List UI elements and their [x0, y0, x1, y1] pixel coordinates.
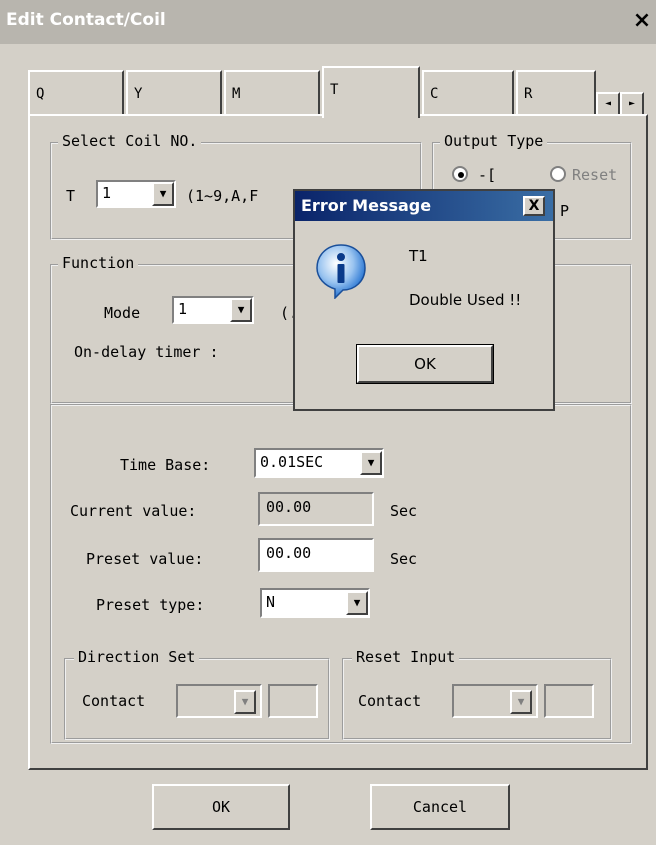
tab-c[interactable]: C — [422, 70, 514, 114]
current-value-field: 00.00 — [258, 492, 374, 526]
output-type-legend: Output Type — [440, 132, 548, 150]
error-dialog-close-button[interactable]: X — [523, 196, 545, 216]
tab-label: R — [524, 86, 533, 102]
tab-label: Q — [36, 86, 45, 102]
arrow-right-icon: ► — [628, 98, 636, 109]
current-value-unit: Sec — [390, 502, 418, 520]
time-base-value: 0.01SEC — [260, 453, 324, 471]
tab-r[interactable]: R — [516, 70, 596, 114]
preset-value-input[interactable]: 00.00 — [258, 538, 374, 572]
output-reset-label: Reset — [572, 166, 618, 184]
output-reset-radio[interactable] — [550, 166, 566, 182]
reset-contact-label: Contact — [358, 692, 422, 710]
direction-set-legend: Direction Set — [74, 648, 200, 666]
error-ok-button[interactable]: OK — [356, 344, 494, 384]
output-set-label: -[ — [478, 166, 497, 184]
info-icon — [316, 244, 366, 299]
window-close-button[interactable]: × — [630, 8, 654, 34]
tab-label: M — [232, 86, 241, 102]
tab-label: T — [330, 82, 339, 98]
tab-scroll-right-button[interactable]: ► — [620, 92, 644, 116]
direction-contact-label: Contact — [82, 692, 146, 710]
error-message-dialog: Error Message X T1 Double Used !! OK — [293, 189, 555, 411]
tab-label: C — [430, 86, 439, 102]
tab-scroll-left-button[interactable]: ◄ — [596, 92, 620, 116]
error-dialog-title: Error Message — [301, 196, 432, 215]
tab-y[interactable]: Y — [126, 70, 222, 114]
dropdown-arrow-icon[interactable]: ▼ — [346, 591, 368, 615]
mode-label: Mode — [104, 304, 141, 322]
reset-input-legend: Reset Input — [352, 648, 460, 666]
preset-type-value: N — [266, 593, 276, 611]
arrow-left-icon: ◄ — [604, 98, 612, 109]
current-value-label: Current value: — [70, 502, 197, 520]
direction-contact-number[interactable] — [268, 684, 318, 718]
output-set-radio[interactable] — [452, 166, 468, 182]
tab-q[interactable]: Q — [28, 70, 124, 114]
cancel-button[interactable]: Cancel — [370, 784, 510, 830]
output-extra-label: P — [560, 202, 570, 220]
preset-value-label: Preset value: — [86, 550, 204, 568]
mode-select[interactable]: 1 ▼ — [172, 296, 254, 324]
select-coil-legend: Select Coil NO. — [58, 132, 202, 150]
preset-value-unit: Sec — [390, 550, 418, 568]
time-base-label: Time Base: — [120, 456, 211, 474]
mode-value: 1 — [178, 300, 188, 318]
function-description: On-delay timer : — [74, 343, 219, 361]
window-title-bar: Edit Contact/Coil — [0, 0, 656, 44]
tab-label: Y — [134, 86, 143, 102]
coil-number-select[interactable]: 1 ▼ — [96, 180, 176, 208]
error-line-2: Double Used !! — [409, 291, 522, 309]
error-dialog-title-bar: Error Message X — [295, 191, 553, 221]
window-title: Edit Contact/Coil — [6, 10, 166, 30]
ok-button[interactable]: OK — [152, 784, 290, 830]
tab-t[interactable]: T — [322, 66, 420, 118]
dropdown-arrow-icon[interactable]: ▼ — [152, 182, 174, 206]
preset-type-label: Preset type: — [96, 596, 205, 614]
error-line-1: T1 — [409, 247, 428, 265]
dropdown-arrow-icon[interactable]: ▼ — [234, 690, 256, 714]
dropdown-arrow-icon[interactable]: ▼ — [360, 451, 382, 475]
radio-dot-icon — [458, 172, 464, 178]
preset-type-select[interactable]: N ▼ — [260, 588, 370, 618]
time-base-select[interactable]: 0.01SEC ▼ — [254, 448, 384, 478]
direction-contact-select[interactable]: ▼ — [176, 684, 262, 718]
coil-prefix: T — [66, 187, 76, 205]
dropdown-arrow-icon[interactable]: ▼ — [230, 298, 252, 322]
reset-contact-select[interactable]: ▼ — [452, 684, 538, 718]
dropdown-arrow-icon[interactable]: ▼ — [510, 690, 532, 714]
coil-number-value: 1 — [102, 184, 112, 202]
preset-value-text: 00.00 — [266, 544, 312, 562]
tab-m[interactable]: M — [224, 70, 320, 114]
function-legend: Function — [58, 254, 139, 272]
coil-range-hint: (1~9,A,F — [186, 187, 259, 205]
reset-contact-number[interactable] — [544, 684, 594, 718]
current-value-text: 00.00 — [266, 498, 312, 516]
